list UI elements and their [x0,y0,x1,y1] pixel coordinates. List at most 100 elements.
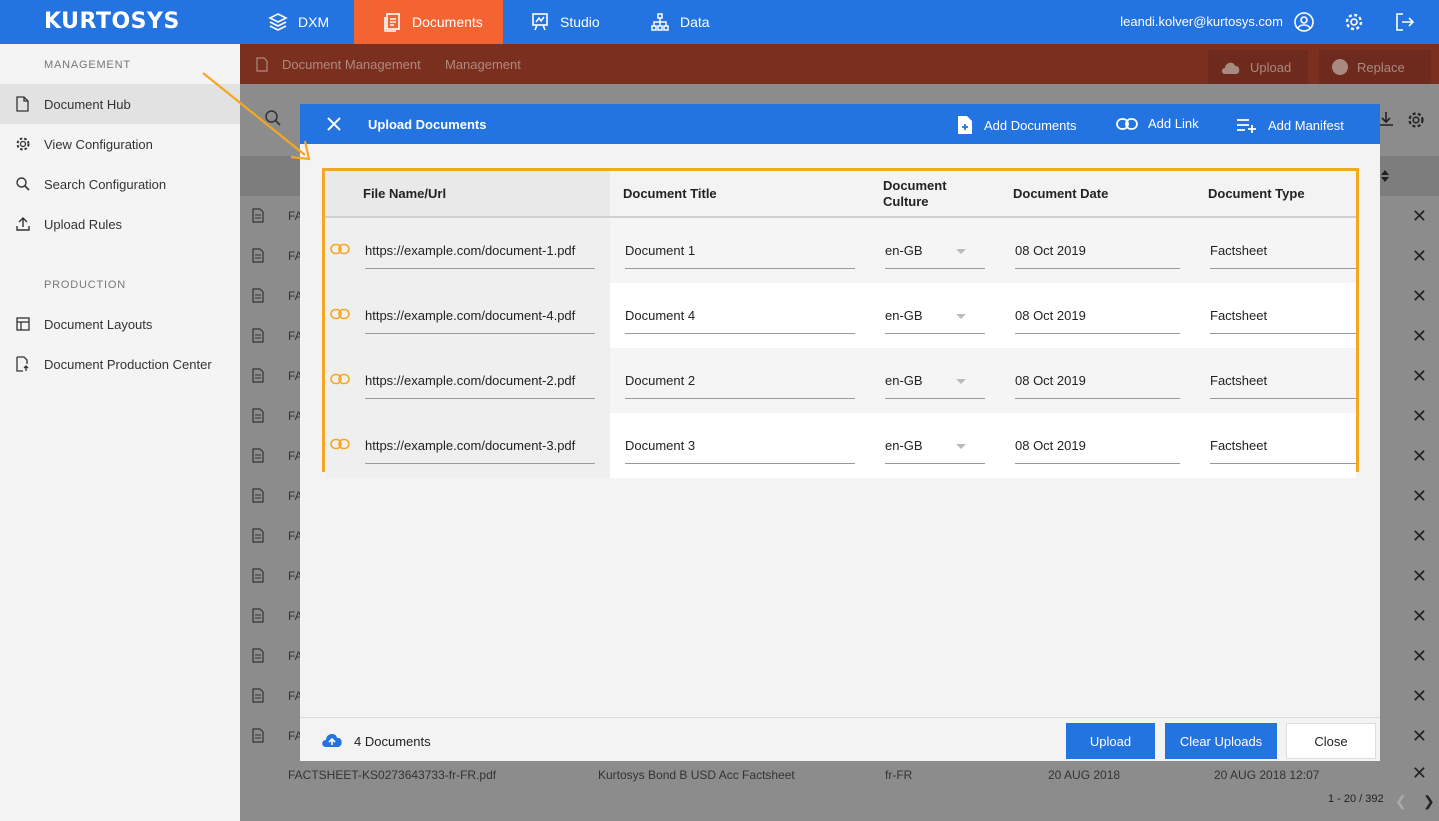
culture-select[interactable]: en-GB [885,243,923,258]
replace-button-label: Replace [1357,59,1405,75]
file-url-field[interactable]: https://example.com/document-1.pdf [365,243,575,258]
document-icon [252,448,264,468]
add-manifest-button[interactable]: Add Manifest [1236,116,1344,134]
sidebar-item-label: Search Configuration [44,177,167,192]
field-underline [1015,268,1180,269]
nav-dxm[interactable]: DXM [258,0,350,44]
field-underline [885,463,985,464]
field-underline [1210,268,1356,269]
document-title-field[interactable]: Document 1 [625,243,695,258]
field-underline [365,398,595,399]
nav-studio[interactable]: Studio [520,0,620,44]
user-email[interactable]: leandi.kolver@kurtosys.com [1100,14,1283,29]
column-header-document-type: Document Type [1208,186,1305,201]
production-section-label: PRODUCTION [44,279,126,291]
remove-icon[interactable]: ✕ [1412,486,1427,507]
upload-button[interactable]: Upload [1066,723,1155,759]
link-icon [330,243,350,255]
chevron-down-icon[interactable] [956,379,966,384]
add-link-button[interactable]: Add Link [1116,116,1199,131]
nav-documents[interactable]: Documents [354,0,503,44]
clear-uploads-button[interactable]: Clear Uploads [1165,723,1277,759]
settings-gear-icon[interactable] [1343,11,1365,33]
document-date-field[interactable]: 08 Oct 2019 [1015,308,1086,323]
culture-select[interactable]: en-GB [885,308,923,323]
sidebar-item-document-production-center[interactable]: Document Production Center [0,344,240,384]
document-date-field[interactable]: 08 Oct 2019 [1015,438,1086,453]
nav-data[interactable]: Data [640,0,730,44]
remove-icon[interactable]: ✕ [1412,206,1427,227]
remove-icon[interactable]: ✕ [1412,326,1427,347]
close-button[interactable]: Close [1286,723,1376,759]
upload-button-background[interactable]: Upload [1208,50,1308,84]
chevron-down-icon[interactable] [956,444,966,449]
document-icon [252,728,264,748]
field-underline [1210,333,1356,334]
field-underline [365,463,595,464]
remove-icon[interactable]: ✕ [1412,726,1427,747]
background-header: Document Management Management Upload Re… [240,44,1439,84]
upload-icon [15,216,31,232]
cloud-upload-icon [1220,59,1242,75]
close-icon[interactable] [325,115,343,133]
remove-icon[interactable]: ✕ [1412,446,1427,467]
document-icon [252,688,264,708]
sidebar-item-document-layouts[interactable]: Document Layouts [0,304,240,344]
culture-select[interactable]: en-GB [885,373,923,388]
remove-icon[interactable]: ✕ [1412,366,1427,387]
document-type-field[interactable]: Factsheet [1210,438,1267,453]
top-navigation-bar: KURTOSYS DXM Documents Studio Data leand… [0,0,1439,44]
document-date-field[interactable]: 08 Oct 2019 [1015,373,1086,388]
remove-icon[interactable]: ✕ [1412,646,1427,667]
upload-button-label: Upload [1250,59,1292,75]
column-header-culture-line2: Culture [883,194,929,209]
user-account-icon[interactable] [1293,11,1315,33]
chevron-down-icon[interactable] [956,314,966,319]
uploaded-documents-table: File Name/Url Document Title Document Cu… [322,168,1359,478]
document-type-field[interactable]: Factsheet [1210,373,1267,388]
annotation-arrow [202,72,311,161]
previous-page-icon[interactable]: ❮ [1395,793,1407,810]
remove-icon[interactable]: ✕ [1412,406,1427,427]
remove-icon[interactable]: ✕ [1412,246,1427,267]
document-icon [252,288,264,308]
file-url-field[interactable]: https://example.com/document-3.pdf [365,438,575,453]
dialog-footer: 4 Documents Upload Clear Uploads Close [300,717,1380,761]
sidebar-item-label: Document Hub [44,97,131,112]
column-header-file-name: File Name/Url [363,186,447,201]
replace-button-background[interactable]: Replace [1319,50,1431,84]
sidebar-item-search-configuration[interactable]: Search Configuration [0,164,240,204]
document-icon [252,648,264,668]
document-row: https://example.com/document-2.pdf Docume… [325,348,1356,413]
chevron-down-icon[interactable] [956,249,966,254]
add-documents-button[interactable]: Add Documents [956,115,1077,135]
remove-icon[interactable]: ✕ [1412,566,1427,587]
document-date-field[interactable]: 08 Oct 2019 [1015,243,1086,258]
logout-icon[interactable] [1394,11,1416,33]
remove-icon[interactable]: ✕ [1412,606,1427,627]
next-page-icon[interactable]: ❯ [1423,793,1435,810]
document-count: 4 Documents [354,734,431,749]
remove-icon[interactable]: ✕ [1412,686,1427,707]
document-type-field[interactable]: Factsheet [1210,243,1267,258]
link-icon [330,438,350,450]
kurtosys-logo[interactable]: KURTOSYS [44,9,180,34]
sort-icon[interactable] [1380,169,1390,183]
breadcrumb-management[interactable]: Management [445,57,521,72]
file-url-field[interactable]: https://example.com/document-4.pdf [365,308,575,323]
management-section-label: MANAGEMENT [44,59,131,71]
remove-icon[interactable]: ✕ [1412,526,1427,547]
remove-icon[interactable]: ✕ [1412,286,1427,307]
document-title-field[interactable]: Document 2 [625,373,695,388]
remove-icon[interactable]: ✕ [1412,763,1427,784]
settings-gear-icon[interactable] [1406,110,1426,130]
sidebar-item-upload-rules[interactable]: Upload Rules [0,204,240,244]
file-url-field[interactable]: https://example.com/document-2.pdf [365,373,575,388]
document-title-field[interactable]: Document 4 [625,308,695,323]
background-row-date: 20 AUG 2018 [1048,768,1121,782]
culture-select[interactable]: en-GB [885,438,923,453]
document-title-field[interactable]: Document 3 [625,438,695,453]
document-type-field[interactable]: Factsheet [1210,308,1267,323]
sidebar-item-label: View Configuration [44,137,153,152]
document-icon [252,568,264,588]
